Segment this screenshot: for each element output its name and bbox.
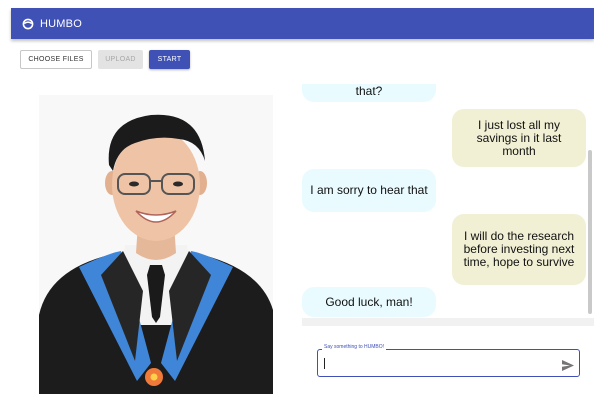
chat-messages: that? I just lost all my savings in it l…: [302, 84, 594, 324]
message-input[interactable]: [324, 357, 549, 370]
message-input-label: Say something to HUMBO!: [322, 344, 387, 350]
message-bot: that?: [302, 84, 436, 102]
upload-button[interactable]: UPLOAD: [98, 50, 143, 69]
message-input-box: [317, 349, 580, 377]
message-text: I just lost all my savings in it last mo…: [476, 117, 562, 158]
message-user: I just lost all my savings in it last mo…: [452, 109, 586, 167]
toolbar: CHOOSE FILES UPLOAD START: [20, 50, 190, 69]
choose-files-button[interactable]: CHOOSE FILES: [20, 50, 92, 69]
avatar-image: [39, 95, 273, 394]
chat-divider: [302, 318, 594, 326]
app-bar: HUMBO: [11, 8, 594, 39]
humbo-logo-icon: [22, 18, 34, 30]
message-text: I am sorry to hear that: [310, 183, 428, 197]
text-caret: [324, 358, 325, 369]
app-title: HUMBO: [40, 17, 82, 30]
message-bot: I am sorry to hear that: [302, 169, 436, 212]
chat-scrollbar[interactable]: [588, 150, 592, 314]
message-bot: Good luck, man!: [302, 287, 436, 317]
message-text: I will do the research before investing …: [463, 229, 575, 269]
message-text: that?: [355, 84, 383, 98]
message-user: I will do the research before investing …: [452, 214, 586, 285]
app-window: HUMBO CHOOSE FILES UPLOAD START that? I …: [0, 0, 594, 394]
send-icon[interactable]: [562, 358, 574, 371]
start-button[interactable]: START: [149, 50, 190, 69]
message-text: Good luck, man!: [325, 294, 413, 309]
